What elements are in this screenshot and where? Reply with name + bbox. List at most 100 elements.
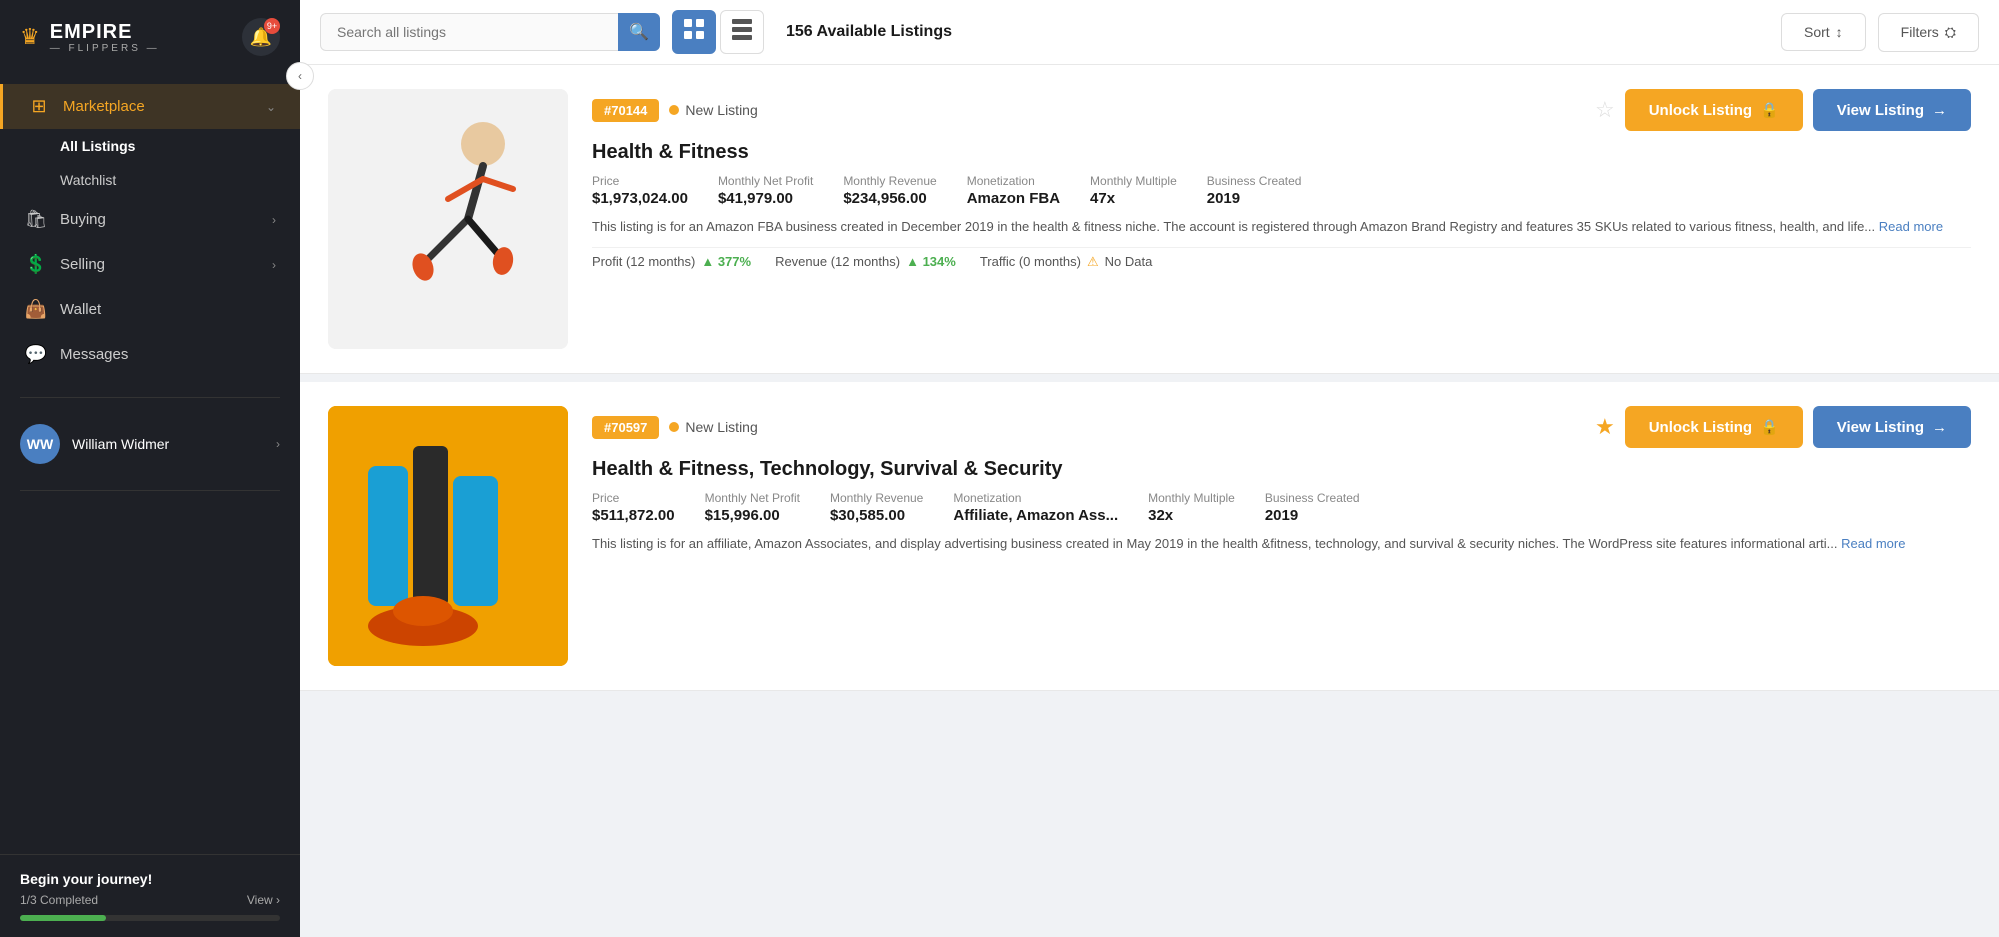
- search-wrap: 🔍: [320, 13, 660, 51]
- unlock-listing-button[interactable]: Unlock Listing 🔒: [1625, 89, 1803, 131]
- monetization-label: Monetization: [967, 174, 1060, 188]
- user-section[interactable]: WW William Widmer ›: [0, 408, 300, 480]
- listing-header-left: #70144 New Listing: [592, 99, 758, 122]
- table-view-button[interactable]: [720, 10, 764, 54]
- sidebar-item-buying[interactable]: 🛍 Buying ›: [0, 197, 300, 242]
- sidebar-item-marketplace[interactable]: ⊞ Marketplace ⌄: [0, 84, 300, 129]
- grid-view-button[interactable]: [672, 10, 716, 54]
- multiple-label: Monthly Multiple: [1090, 174, 1177, 188]
- stat-created: Business Created 2019: [1207, 174, 1302, 207]
- user-name: William Widmer: [72, 436, 264, 452]
- sort-label: Sort: [1804, 24, 1830, 40]
- sidebar-collapse-button[interactable]: ‹: [286, 62, 314, 90]
- progress-label: 1/3 Completed: [20, 893, 98, 907]
- selling-label: Selling: [60, 256, 260, 273]
- user-avatar: WW: [20, 424, 60, 464]
- listing-title: Health & Fitness: [592, 141, 1971, 164]
- stat-revenue-2: Monthly Revenue $30,585.00: [830, 491, 923, 524]
- created-label: Business Created: [1207, 174, 1302, 188]
- revenue-label-2: Monthly Revenue: [830, 491, 923, 505]
- multiple-value: 47x: [1090, 190, 1177, 207]
- unlock-label-2: Unlock Listing: [1649, 419, 1752, 436]
- listing-star-button-2[interactable]: ★: [1595, 414, 1615, 440]
- sidebar-item-wallet[interactable]: 👜 Wallet: [0, 287, 300, 332]
- filters-button[interactable]: Filters ⛭: [1878, 13, 1979, 52]
- monetization-value-2: Affiliate, Amazon Ass...: [953, 507, 1118, 524]
- nav-divider: [20, 397, 280, 398]
- stat-multiple: Monthly Multiple 47x: [1090, 174, 1177, 207]
- monetization-value: Amazon FBA: [967, 190, 1060, 207]
- chevron-right-icon-2: ›: [272, 258, 276, 272]
- progress-bar-background: [20, 915, 280, 921]
- status-dot: [669, 105, 679, 115]
- price-label: Price: [592, 174, 688, 188]
- traffic-value: No Data: [1105, 254, 1153, 269]
- arrow-right-icon: →: [1932, 102, 1947, 119]
- stat-monetization: Monetization Amazon FBA: [967, 174, 1060, 207]
- profit-label: Monthly Net Profit: [718, 174, 813, 188]
- traffic-months-label: Traffic (0 months): [980, 254, 1081, 269]
- progress-bar-fill: [20, 915, 106, 921]
- logo-crown-icon: ♛: [20, 24, 40, 50]
- sidebar: ♛ EMPIRE — FLIPPERS — 🔔 9+ ‹ ⊞ Marketpla…: [0, 0, 300, 937]
- listing-card: #70144 New Listing ☆ Unlock Listing 🔒: [300, 65, 1999, 374]
- multiple-label-2: Monthly Multiple: [1148, 491, 1235, 505]
- listing-status-text-2: New Listing: [685, 419, 757, 435]
- listing-image-2: [328, 406, 568, 666]
- status-dot-2: [669, 422, 679, 432]
- revenue-growth-value: ▲ 134%: [906, 254, 956, 269]
- user-chevron-icon: ›: [276, 437, 280, 451]
- progress-view-link[interactable]: View ›: [247, 893, 280, 907]
- sort-button[interactable]: Sort ↕: [1781, 13, 1866, 51]
- marketplace-subnav: All Listings Watchlist: [0, 129, 300, 197]
- listing-metrics: Profit (12 months) ▲ 377% Revenue (12 mo…: [592, 247, 1971, 270]
- profit-months-label: Profit (12 months): [592, 254, 695, 269]
- read-more-link[interactable]: Read more: [1879, 219, 1943, 234]
- marketplace-icon: ⊞: [27, 96, 51, 117]
- view-listing-button-2[interactable]: View Listing →: [1813, 406, 1971, 448]
- stat-created-2: Business Created 2019: [1265, 491, 1360, 524]
- price-value: $1,973,024.00: [592, 190, 688, 207]
- notification-button[interactable]: 🔔 9+: [242, 18, 280, 56]
- unlock-listing-button-2[interactable]: Unlock Listing 🔒: [1625, 406, 1803, 448]
- buying-label: Buying: [60, 211, 260, 228]
- listing-star-button[interactable]: ☆: [1595, 97, 1615, 123]
- sidebar-item-all-listings[interactable]: All Listings: [60, 129, 300, 163]
- filters-label: Filters: [1901, 24, 1939, 40]
- logo-sub: — FLIPPERS —: [50, 43, 160, 54]
- price-value-2: $511,872.00: [592, 507, 675, 524]
- search-icon: 🔍: [629, 22, 649, 42]
- grid-view-icon: [683, 18, 705, 46]
- topbar: 🔍 156 Avail: [300, 0, 1999, 65]
- listing-header-row: #70144 New Listing ☆ Unlock Listing 🔒: [592, 89, 1971, 131]
- filter-icon: ⛭: [1945, 24, 1956, 41]
- messages-icon: 💬: [24, 344, 48, 365]
- read-more-link-2[interactable]: Read more: [1841, 536, 1905, 551]
- progress-section: Begin your journey! 1/3 Completed View ›: [0, 854, 300, 937]
- nav-divider-2: [20, 490, 280, 491]
- search-button[interactable]: 🔍: [618, 13, 660, 51]
- revenue-value: $234,956.00: [843, 190, 936, 207]
- stat-profit: Monthly Net Profit $41,979.00: [718, 174, 813, 207]
- metric-profit: Profit (12 months) ▲ 377%: [592, 254, 751, 270]
- revenue-value-2: $30,585.00: [830, 507, 923, 524]
- sidebar-item-messages[interactable]: 💬 Messages: [0, 332, 300, 377]
- marketplace-label: Marketplace: [63, 98, 254, 115]
- view-listing-button[interactable]: View Listing →: [1813, 89, 1971, 131]
- listing-content: #70144 New Listing ☆ Unlock Listing 🔒: [592, 89, 1971, 349]
- listing-id-badge-2: #70597: [592, 416, 659, 439]
- stat-price: Price $1,973,024.00: [592, 174, 688, 207]
- sidebar-item-watchlist[interactable]: Watchlist: [60, 163, 300, 197]
- logo-area: ♛ EMPIRE — FLIPPERS —: [20, 21, 160, 54]
- messages-label: Messages: [60, 346, 276, 363]
- progress-meta: 1/3 Completed View ›: [20, 893, 280, 907]
- sidebar-item-selling[interactable]: 💲 Selling ›: [0, 242, 300, 287]
- search-input[interactable]: [320, 13, 660, 51]
- revenue-months-label: Revenue (12 months): [775, 254, 900, 269]
- journey-title: Begin your journey!: [20, 871, 280, 887]
- created-label-2: Business Created: [1265, 491, 1360, 505]
- metric-revenue: Revenue (12 months) ▲ 134%: [775, 254, 956, 270]
- stat-multiple-2: Monthly Multiple 32x: [1148, 491, 1235, 524]
- sidebar-header: ♛ EMPIRE — FLIPPERS — 🔔 9+: [0, 0, 300, 74]
- listing-header-row-2: #70597 New Listing ★ Unlock Listing 🔒: [592, 406, 1971, 448]
